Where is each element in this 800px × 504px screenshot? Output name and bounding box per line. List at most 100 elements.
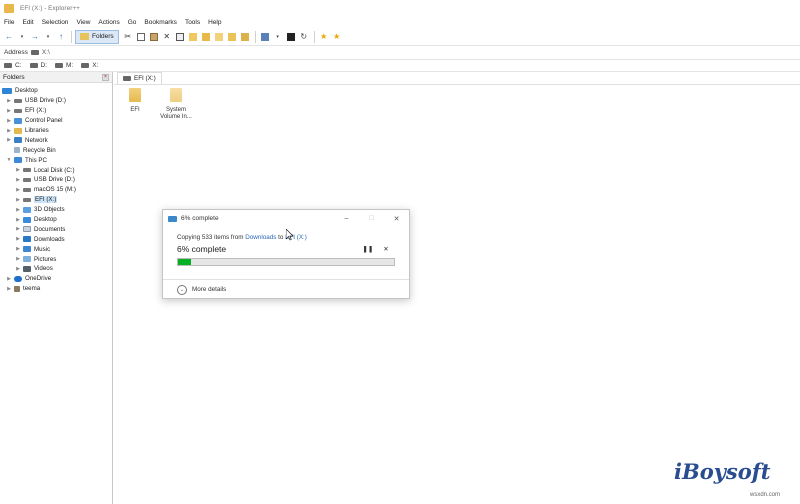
chevron-right-icon[interactable]: ▶ — [6, 98, 12, 104]
new-folder-icon[interactable] — [213, 31, 225, 43]
file-item-label: EFI — [130, 107, 140, 113]
move-to-icon[interactable] — [187, 31, 199, 43]
menu-bookmarks[interactable]: Bookmarks — [144, 19, 177, 26]
tree-item-label: Videos — [34, 265, 53, 273]
chevron-down-icon[interactable]: ▾ — [42, 31, 54, 43]
add-bookmark-icon[interactable]: ★ — [318, 31, 330, 43]
more-details-label: More details — [192, 286, 227, 293]
chevron-right-icon[interactable]: ▶ — [6, 137, 12, 143]
more-details-row[interactable]: ⌄ More details — [163, 279, 409, 299]
tree-item-onedrive[interactable]: ▶ OneDrive — [0, 274, 112, 284]
progress-fill — [178, 259, 191, 265]
tree-item-downloads[interactable]: ▶ Downloads — [0, 234, 112, 244]
command-prompt-icon[interactable] — [285, 31, 297, 43]
menu-file[interactable]: File — [4, 19, 14, 26]
progress-bar — [177, 258, 395, 266]
tree-item-usb-drive-d[interactable]: ▶ USB Drive (D:) — [0, 175, 112, 185]
refresh-icon[interactable]: ↻ — [298, 31, 310, 43]
tree-item-user[interactable]: ▶ teema — [0, 284, 112, 294]
file-item-system-volume[interactable]: System Volume In... — [153, 88, 199, 121]
chevron-right-icon[interactable]: ▶ — [15, 226, 21, 232]
up-icon[interactable]: ↑ — [55, 31, 67, 43]
drive-button-m[interactable]: M: — [55, 62, 73, 69]
menu-edit[interactable]: Edit — [22, 19, 33, 26]
chevron-right-icon[interactable]: ▶ — [6, 276, 12, 282]
drive-button-x[interactable]: X: — [81, 62, 98, 69]
tree-item-videos[interactable]: ▶ Videos — [0, 264, 112, 274]
copy-icon[interactable] — [135, 31, 147, 43]
bookmarks-icon[interactable]: ★ — [331, 31, 343, 43]
close-icon[interactable]: × — [102, 73, 109, 81]
file-item-efi[interactable]: EFI — [112, 88, 158, 114]
cut-icon[interactable]: ✂ — [122, 31, 134, 43]
folders-button[interactable]: Folders — [75, 29, 119, 44]
chevron-right-icon[interactable]: ▶ — [15, 167, 21, 173]
tree-item-usb-drive[interactable]: ▶ USB Drive (D:) — [0, 96, 112, 106]
drive-icon — [30, 50, 39, 55]
maximize-button[interactable]: □ — [359, 215, 384, 222]
tree-item-documents[interactable]: ▶ Documents — [0, 224, 112, 234]
chevron-right-icon[interactable]: ▶ — [15, 266, 21, 272]
chevron-down-icon[interactable]: ▾ — [16, 31, 28, 43]
menu-selection[interactable]: Selection — [42, 19, 69, 26]
tree-item-music[interactable]: ▶ Music — [0, 244, 112, 254]
tree-item-efi-selected[interactable]: ▶ EFI (X:) — [0, 195, 112, 205]
tree-item-this-pc[interactable]: ▼ This PC — [0, 155, 112, 165]
source-link[interactable]: Downloads — [245, 234, 276, 241]
chevron-down-icon[interactable]: ▾ — [272, 31, 284, 43]
chevron-right-icon[interactable]: ▶ — [15, 187, 21, 193]
paste-icon[interactable] — [148, 31, 160, 43]
chevron-right-icon[interactable]: ▶ — [6, 286, 12, 292]
minimize-button[interactable]: – — [334, 215, 359, 222]
cancel-button[interactable]: ✕ — [377, 245, 395, 253]
folder-icon[interactable] — [239, 31, 251, 43]
drive-button-d[interactable]: D: — [29, 62, 47, 69]
back-icon[interactable]: ← — [3, 31, 15, 43]
address-input[interactable]: X:\ — [30, 47, 800, 58]
chevron-right-icon[interactable]: ▶ — [6, 128, 12, 134]
user-icon — [14, 285, 20, 292]
chevron-right-icon[interactable]: ▶ — [15, 246, 21, 252]
chevron-down-icon[interactable]: ⌄ — [177, 284, 187, 295]
tree-item-3d-objects[interactable]: ▶ 3D Objects — [0, 205, 112, 215]
chevron-down-icon[interactable]: ▼ — [6, 157, 12, 163]
chevron-right-icon[interactable]: ▶ — [15, 197, 21, 203]
chevron-right-icon[interactable]: ▶ — [15, 177, 21, 183]
toolbar-divider — [71, 30, 72, 43]
delete-icon[interactable]: ✕ — [161, 31, 173, 43]
menu-tools[interactable]: Tools — [185, 19, 200, 26]
chevron-right-icon[interactable]: ▶ — [6, 108, 12, 114]
properties-icon[interactable] — [174, 31, 186, 43]
views-icon[interactable] — [259, 31, 271, 43]
chevron-right-icon[interactable]: ▶ — [6, 118, 12, 124]
folder-icon — [129, 88, 141, 102]
tree-item-macos[interactable]: ▶ macOS 15 (M:) — [0, 185, 112, 195]
menu-go[interactable]: Go — [128, 19, 137, 26]
tree-item-network[interactable]: ▶ Network — [0, 135, 112, 145]
chevron-right-icon[interactable]: ▶ — [15, 217, 21, 223]
tree-item-desktop[interactable]: Desktop — [0, 86, 112, 96]
tree-item-libraries[interactable]: ▶ Libraries — [0, 126, 112, 136]
menu-actions[interactable]: Actions — [98, 19, 119, 26]
menu-view[interactable]: View — [76, 19, 90, 26]
chevron-right-icon[interactable]: ▶ — [15, 256, 21, 262]
music-icon — [23, 246, 31, 253]
tree-item-recycle-bin[interactable]: Recycle Bin — [0, 145, 112, 155]
open-folder-icon[interactable] — [226, 31, 238, 43]
pause-button[interactable]: ❚❚ — [359, 245, 377, 253]
close-button[interactable]: ✕ — [384, 215, 409, 223]
drive-icon — [23, 168, 31, 173]
tab-efi[interactable]: EFI (X:) — [117, 72, 162, 84]
copy-to-icon[interactable] — [200, 31, 212, 43]
tree-item-desktop-folder[interactable]: ▶ Desktop — [0, 215, 112, 225]
tree-item-efi[interactable]: ▶ EFI (X:) — [0, 106, 112, 116]
chevron-right-icon[interactable]: ▶ — [15, 207, 21, 213]
tree-item-control-panel[interactable]: ▶ Control Panel — [0, 116, 112, 126]
forward-icon[interactable]: → — [29, 31, 41, 43]
tree-item-local-disk[interactable]: ▶ Local Disk (C:) — [0, 165, 112, 175]
menu-help[interactable]: Help — [208, 19, 221, 26]
tree-item-label: Music — [34, 245, 51, 253]
drive-button-c[interactable]: C: — [4, 62, 22, 69]
chevron-right-icon[interactable]: ▶ — [15, 236, 21, 242]
tree-item-pictures[interactable]: ▶ Pictures — [0, 254, 112, 264]
